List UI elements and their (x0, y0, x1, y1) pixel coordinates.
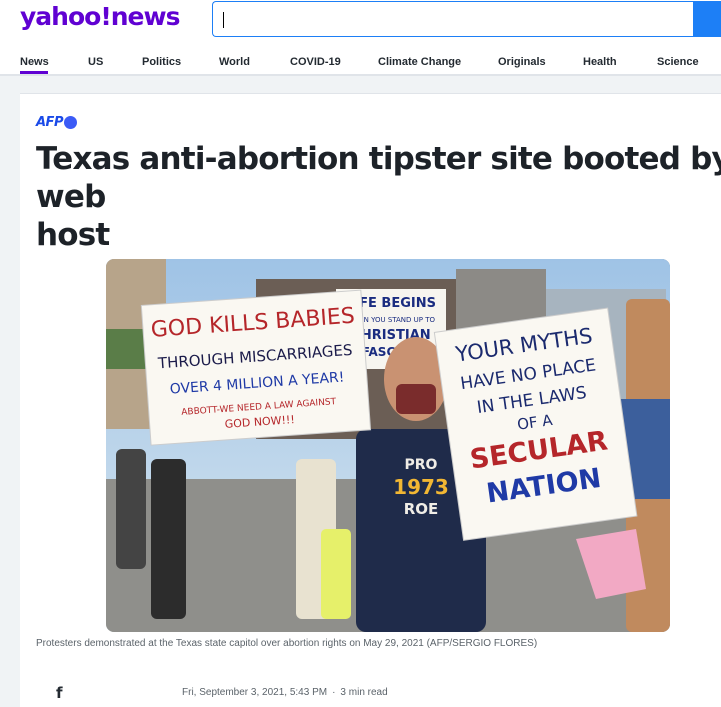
shirt-line-1: PRO (405, 457, 438, 473)
search-box[interactable] (212, 1, 694, 37)
article-meta: Fri, September 3, 2021, 5:43 PM · 3 min re… (182, 687, 388, 698)
sign-right: YOUR MYTHS HAVE NO PLACE IN THE LAWS OF … (433, 307, 638, 541)
logo-text: yahoo (20, 2, 101, 31)
text-cursor (223, 12, 224, 28)
article-photo[interactable]: LIFE BEGINS WHEN YOU STAND UP TO CHRISTI… (106, 259, 670, 632)
nav-item-science[interactable]: Science (657, 56, 699, 68)
nav-item-us[interactable]: US (88, 56, 103, 68)
nav-item-world[interactable]: World (219, 56, 250, 68)
search-input[interactable] (213, 2, 694, 36)
site-header: yahoo!news News US Politics World COVID-… (0, 0, 721, 76)
logo-suffix: news (110, 2, 181, 31)
shirt-line-2: 1973 (393, 475, 449, 499)
headline-line-2: host (36, 217, 110, 253)
publish-date: Fri, September 3, 2021, 5:43 PM (182, 687, 328, 698)
nav-item-originals[interactable]: Originals (498, 56, 546, 68)
search-button[interactable] (693, 1, 721, 37)
crowd-person (151, 459, 186, 619)
nav-item-politics[interactable]: Politics (142, 56, 181, 68)
photo-caption: Protesters demonstrated at the Texas sta… (36, 638, 538, 649)
sign-left: GOD KILLS BABIES THROUGH MISCARRIAGES OV… (140, 289, 372, 446)
logo-bang: ! (100, 2, 111, 31)
read-time: 3 min read (340, 687, 388, 698)
yahoo-news-logo[interactable]: yahoo!news (20, 2, 181, 31)
article-card: AFP Texas anti-abortion tipster site boo… (20, 93, 721, 707)
protest-photo-illustration: LIFE BEGINS WHEN YOU STAND UP TO CHRISTI… (106, 259, 670, 632)
source-name: AFP (36, 115, 63, 130)
nav-item-news[interactable]: News (20, 56, 49, 68)
nav-item-health[interactable]: Health (583, 56, 617, 68)
article-headline: Texas anti-abortion tipster site booted … (36, 140, 721, 254)
headline-line-1: Texas anti-abortion tipster site booted … (36, 141, 721, 215)
crowd-person (116, 449, 146, 569)
header-divider (0, 74, 721, 76)
crowd-person-legs (321, 529, 351, 619)
nav-item-covid[interactable]: COVID-19 (290, 56, 341, 68)
section-nav: News US Politics World COVID-19 Climate … (0, 54, 721, 76)
face-mask (396, 384, 436, 414)
nav-item-climate-change[interactable]: Climate Change (378, 56, 461, 68)
facebook-icon[interactable]: f (56, 684, 68, 702)
meta-separator: · (332, 687, 336, 698)
source-dot-icon (63, 116, 77, 129)
source-logo[interactable]: AFP (36, 115, 77, 130)
